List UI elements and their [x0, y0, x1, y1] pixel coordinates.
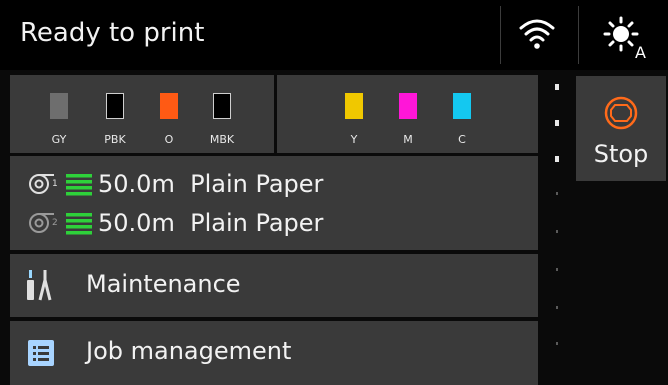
svg-text:2: 2: [52, 218, 58, 228]
page-dot: [556, 192, 558, 195]
ink-levels-right[interactable]: Y M C: [277, 75, 538, 153]
svg-text:A: A: [635, 43, 646, 62]
ink-levels-left[interactable]: GY PBK O MBK: [10, 75, 274, 153]
ink-label-pbk: PBK: [104, 133, 126, 146]
paper-row-roll-1: 1 50.0m Plain Paper: [28, 168, 323, 200]
job-list-icon: [28, 340, 54, 366]
roll-2-icon: 2: [29, 213, 58, 233]
ink-tank-m: [399, 93, 417, 119]
ink-label-m: M: [403, 133, 413, 146]
paper-level-icon: [66, 213, 92, 235]
maintenance-button[interactable]: Maintenance: [10, 254, 538, 317]
ink-tank-mbk: [213, 93, 231, 119]
page-dot: [556, 342, 558, 345]
ink-label-o: O: [164, 133, 174, 146]
roll-1-icon: 1: [29, 174, 58, 194]
roll-2-length: 50.0m: [98, 209, 175, 237]
ink-label-y: Y: [350, 133, 358, 146]
status-bar: Ready to print A: [0, 0, 668, 70]
roll-1-media-type: Plain Paper: [190, 170, 324, 198]
ink-tank-gy: [50, 93, 68, 119]
ink-tank-y: [345, 93, 363, 119]
paper-settings[interactable]: 1 50.0m Plain Paper 2 50.0m Plain Paper: [10, 156, 538, 250]
page-dot: [556, 268, 558, 271]
ink-label-c: C: [458, 133, 466, 146]
page-indicator: [552, 80, 562, 380]
page-dot: [555, 156, 559, 162]
ink-tank-c: [453, 93, 471, 119]
stop-icon: [604, 96, 638, 130]
paper-level-icon: [66, 174, 92, 196]
svg-text:1: 1: [52, 179, 58, 189]
wifi-icon: [519, 19, 555, 49]
stop-label: Stop: [593, 140, 649, 168]
tools-icon: [27, 270, 52, 301]
job-management-label: Job management: [86, 337, 292, 365]
auto-brightness-icon: A: [603, 16, 646, 62]
paper-row-roll-2: 2 50.0m Plain Paper: [28, 207, 323, 239]
job-management-button[interactable]: Job management: [10, 321, 538, 385]
maintenance-label: Maintenance: [86, 270, 241, 298]
page-dot: [555, 84, 559, 90]
page-dot: [556, 306, 558, 309]
ink-label-gy: GY: [51, 133, 67, 146]
roll-1-length: 50.0m: [98, 170, 175, 198]
ink-label-mbk: MBK: [209, 133, 235, 146]
page-dot: [555, 120, 559, 126]
display-mode-button[interactable]: A: [578, 6, 667, 64]
ink-tank-pbk: [106, 93, 124, 119]
page-dot: [556, 230, 558, 233]
roll-2-media-type: Plain Paper: [190, 209, 324, 237]
wifi-button[interactable]: [500, 6, 573, 64]
stop-button[interactable]: Stop: [576, 76, 666, 181]
printer-status: Ready to print: [20, 18, 205, 48]
ink-tank-o: [160, 93, 178, 119]
